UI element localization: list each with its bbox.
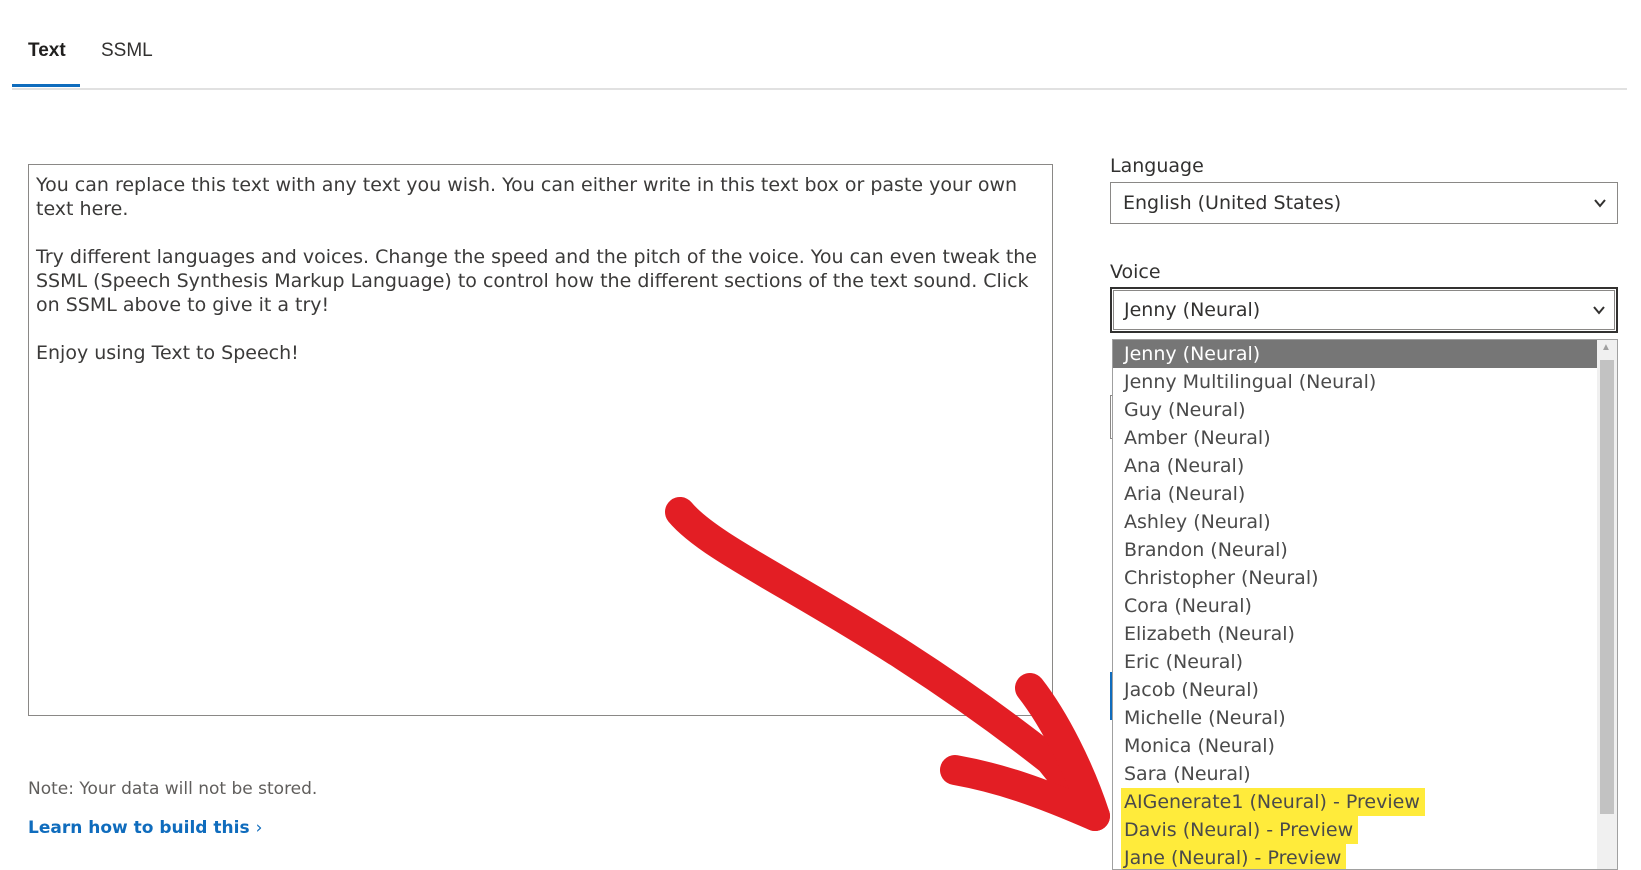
voice-option[interactable]: Ashley (Neural) (1113, 508, 1617, 536)
voice-option-label: Davis (Neural) - Preview (1124, 819, 1356, 841)
voice-option-label: Michelle (Neural) (1124, 707, 1286, 729)
language-selected-value: English (United States) (1123, 192, 1342, 214)
voice-option-label: Sara (Neural) (1124, 763, 1251, 785)
voice-label: Voice (1110, 261, 1161, 283)
voice-option-label: Jacob (Neural) (1124, 679, 1259, 701)
voice-option[interactable]: Amber (Neural) (1113, 424, 1617, 452)
active-tab-indicator (12, 84, 80, 87)
voice-option-label: AIGenerate1 (Neural) - Preview (1124, 791, 1422, 813)
voice-select[interactable]: Jenny (Neural) (1110, 287, 1618, 333)
editor-paragraph: Enjoy using Text to Speech! (36, 342, 299, 364)
voice-option[interactable]: Jane (Neural) - Preview (1113, 844, 1617, 869)
voice-option[interactable]: Guy (Neural) (1113, 396, 1617, 424)
voice-option[interactable]: Jenny (Neural) (1113, 340, 1607, 368)
language-label: Language (1110, 155, 1204, 177)
tab-bar: Text SSML (12, 0, 1627, 90)
voice-option[interactable]: Ana (Neural) (1113, 452, 1617, 480)
voice-option[interactable]: Eric (Neural) (1113, 648, 1617, 676)
scrollbar-thumb[interactable] (1600, 360, 1614, 814)
voice-option-label: Elizabeth (Neural) (1124, 623, 1295, 645)
voice-option-label: Guy (Neural) (1124, 399, 1246, 421)
voice-option[interactable]: AIGenerate1 (Neural) - Preview (1113, 788, 1617, 816)
voice-option[interactable]: Brandon (Neural) (1113, 536, 1617, 564)
voice-option-label: Christopher (Neural) (1124, 567, 1319, 589)
voice-option-label: Ashley (Neural) (1124, 511, 1271, 533)
editor-paragraph: You can replace this text with any text … (36, 174, 1024, 220)
voice-option[interactable]: Cora (Neural) (1113, 592, 1617, 620)
voice-option[interactable]: Jacob (Neural) (1113, 676, 1617, 704)
language-select[interactable]: English (United States) (1110, 182, 1618, 224)
voice-option-label: Cora (Neural) (1124, 595, 1252, 617)
learn-how-link-label: Learn how to build this (28, 818, 250, 838)
tab-ssml[interactable]: SSML (101, 40, 153, 62)
chevron-right-icon: › (255, 818, 263, 838)
voice-option[interactable]: Elizabeth (Neural) (1113, 620, 1617, 648)
voice-option[interactable]: Christopher (Neural) (1113, 564, 1617, 592)
dropdown-scrollbar[interactable]: ▲ (1597, 340, 1617, 869)
text-input-area[interactable]: You can replace this text with any text … (28, 164, 1053, 716)
editor-paragraph: Try different languages and voices. Chan… (36, 246, 1044, 316)
voice-option[interactable]: Monica (Neural) (1113, 732, 1617, 760)
voice-option[interactable]: Michelle (Neural) (1113, 704, 1617, 732)
voice-option-label: Amber (Neural) (1124, 427, 1271, 449)
page: Text SSML You can replace this text with… (0, 0, 1641, 870)
voice-option-label: Jenny Multilingual (Neural) (1124, 371, 1377, 393)
voice-selected-value: Jenny (Neural) (1124, 299, 1261, 321)
voice-option[interactable]: Aria (Neural) (1113, 480, 1617, 508)
voice-option[interactable]: Jenny Multilingual (Neural) (1113, 368, 1617, 396)
privacy-note: Note: Your data will not be stored. (28, 779, 318, 799)
voice-option-label: Brandon (Neural) (1124, 539, 1288, 561)
voice-option-label: Aria (Neural) (1124, 483, 1246, 505)
tab-text[interactable]: Text (28, 40, 66, 62)
voice-option-label: Eric (Neural) (1124, 651, 1244, 673)
voice-option-label: Jenny (Neural) (1124, 343, 1261, 365)
voice-dropdown-list[interactable]: Jenny (Neural) Jenny Multilingual (Neural… (1112, 339, 1618, 870)
voice-option-label: Monica (Neural) (1124, 735, 1275, 757)
voice-option[interactable]: Sara (Neural) (1113, 760, 1617, 788)
learn-how-link[interactable]: Learn how to build this › (28, 818, 262, 838)
voice-option[interactable]: Davis (Neural) - Preview (1113, 816, 1617, 844)
voice-option-label: Ana (Neural) (1124, 455, 1245, 477)
chevron-down-icon (1593, 183, 1607, 238)
scroll-up-icon[interactable]: ▲ (1601, 342, 1611, 353)
voice-option-label: Jane (Neural) - Preview (1124, 847, 1344, 869)
